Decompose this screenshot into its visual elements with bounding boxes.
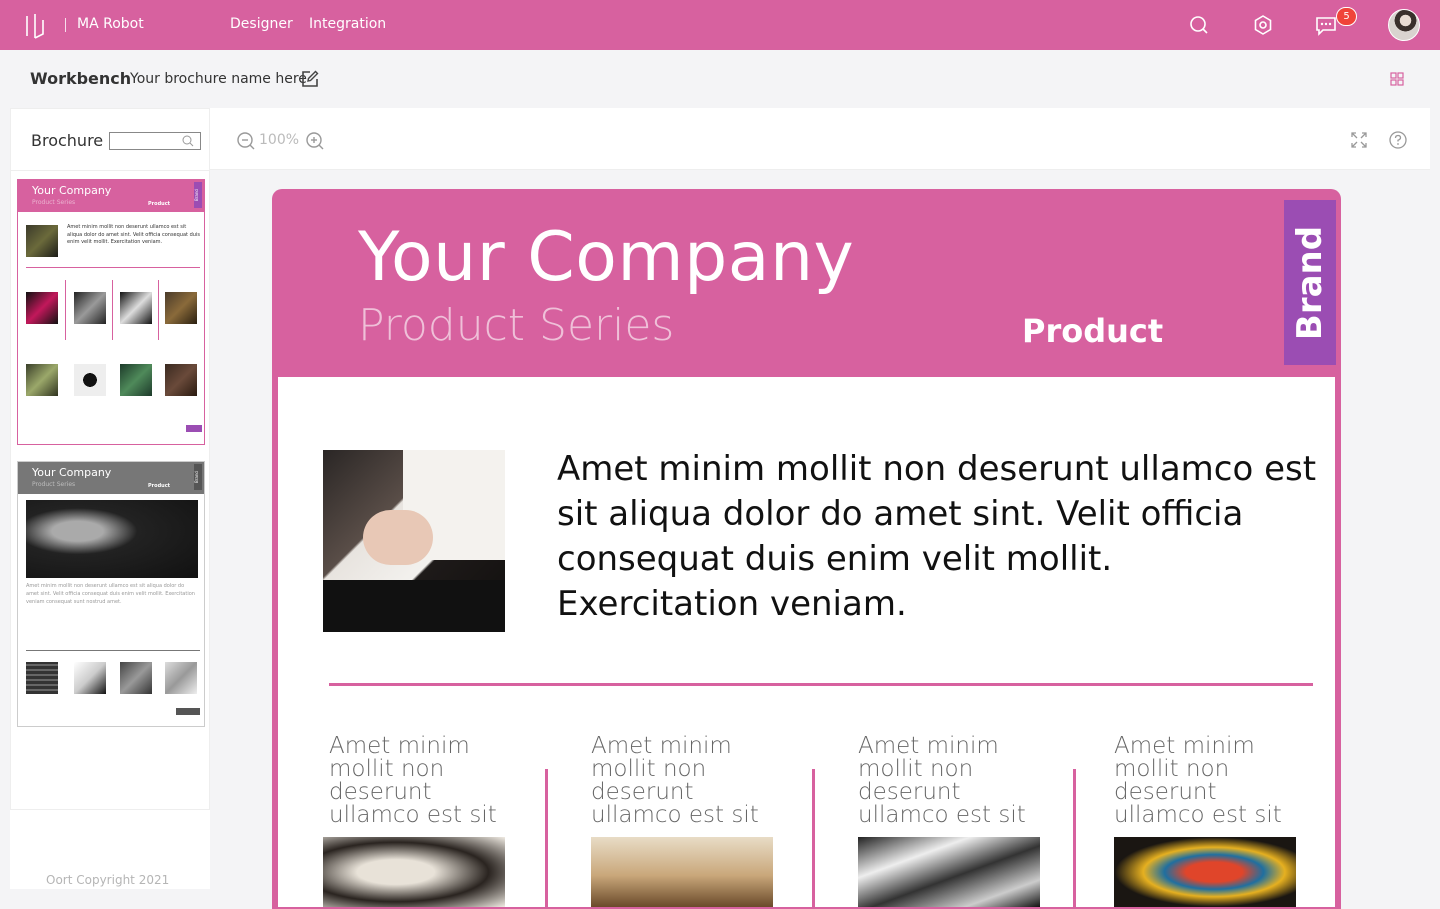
avatar[interactable] [1388, 9, 1420, 41]
fullscreen-icon[interactable] [1349, 130, 1369, 150]
thumb-product: Product [148, 201, 171, 207]
brochure-thumb-1[interactable]: Your Company Product Series Product Bran… [17, 179, 205, 445]
hero-image[interactable] [323, 450, 505, 632]
thumb-image [26, 225, 58, 257]
column-divider [812, 769, 815, 909]
thumb-title: Your Company [32, 466, 112, 479]
thumb-image [74, 292, 106, 324]
thumb-divider [26, 267, 200, 268]
thumb-brand: Brand [194, 464, 202, 490]
workbench-title: Workbench [30, 69, 132, 88]
copyright: Oort Copyright 2021 [46, 873, 170, 887]
thumb-image [26, 364, 58, 396]
help-icon[interactable] [1388, 130, 1408, 150]
notification-badge: 5 [1336, 7, 1357, 26]
thumb-col-line [65, 280, 66, 340]
brand-label: Brand [1290, 225, 1331, 340]
thumb-image [165, 292, 197, 324]
thumb-text: Amet minim mollit non deserunt ullamco e… [26, 583, 195, 605]
thumb-subtitle: Product Series [32, 481, 76, 488]
search-icon[interactable] [181, 134, 195, 148]
thumb-image [120, 662, 152, 694]
brochure-product[interactable]: Product [1022, 312, 1163, 350]
column-text[interactable]: Amet minim mollit non deserunt ullamco e… [329, 735, 519, 827]
thumb-image [26, 500, 198, 578]
column-text[interactable]: Amet minim mollit non deserunt ullamco e… [858, 735, 1048, 827]
brochure-name[interactable]: Your brochure name here [130, 71, 307, 87]
canvas-toolbar [210, 108, 1430, 170]
thumb-image [165, 364, 197, 396]
sidebar-header: Brochure [11, 109, 209, 171]
thumb-header: Your Company Product Series Product Bran… [18, 462, 204, 494]
logo-separator [65, 18, 66, 32]
brochure-title[interactable]: Your Company [358, 218, 854, 297]
column-image[interactable] [1114, 837, 1296, 907]
thumb-header: Your Company Product Series Product Bran… [18, 180, 204, 212]
thumb-image [74, 662, 106, 694]
column-image[interactable] [858, 837, 1040, 907]
hero-sleeve [323, 580, 505, 632]
thumb-subtitle: Product Series [32, 199, 76, 206]
brochure-sidebar: Brochure Your Company Product Series Pro… [10, 108, 210, 888]
hero-hand [363, 510, 433, 565]
thumb-text: Amet minim mollit non deserunt ullamco e… [67, 224, 200, 245]
thumb-image [26, 662, 58, 694]
brochure-thumb-2[interactable]: Your Company Product Series Product Bran… [17, 461, 205, 727]
edit-icon[interactable] [300, 69, 320, 89]
zoom-out-icon[interactable] [236, 131, 256, 151]
column-divider [1073, 769, 1076, 909]
chat-icon[interactable] [1314, 13, 1338, 37]
thumb-col-line [158, 280, 159, 340]
brochure-brand[interactable]: Brand [1284, 200, 1336, 365]
column-image[interactable] [591, 837, 773, 907]
thumb-title: Your Company [32, 184, 112, 197]
search-icon[interactable] [1187, 13, 1211, 37]
nav-integration[interactable]: Integration [309, 16, 386, 32]
thumb-divider [26, 650, 200, 651]
brochure-subtitle[interactable]: Product Series [358, 300, 674, 351]
brochure-divider [329, 683, 1313, 686]
column-divider [545, 769, 548, 909]
brochure-intro[interactable]: Amet minim mollit non deserunt ullamco e… [557, 447, 1317, 627]
app-name: MA Robot [77, 16, 144, 32]
sidebar-title: Brochure [31, 131, 104, 150]
thumb-image [26, 292, 58, 324]
thumb-image [120, 364, 152, 396]
column-text[interactable]: Amet minim mollit non deserunt ullamco e… [591, 735, 781, 827]
grid-view-icon[interactable] [1389, 71, 1405, 87]
thumb-brand-tag [186, 425, 202, 432]
logo-icon[interactable] [24, 12, 46, 40]
thumb-image [165, 662, 197, 694]
column-text[interactable]: Amet minim mollit non deserunt ullamco e… [1114, 735, 1304, 827]
nav-designer[interactable]: Designer [230, 16, 293, 32]
thumb-brand-tag [176, 708, 200, 715]
thumb-col-line [112, 280, 113, 340]
zoom-in-icon[interactable] [305, 131, 325, 151]
thumb-brand: Brand [194, 182, 202, 208]
thumb-image [120, 292, 152, 324]
thumb-product: Product [148, 483, 171, 489]
column-image[interactable] [323, 837, 505, 907]
zoom-level: 100% [259, 132, 300, 148]
top-bar: MA Robot Designer Integration 5 [0, 0, 1440, 50]
gear-icon[interactable] [1251, 13, 1275, 37]
thumb-image [74, 364, 106, 396]
